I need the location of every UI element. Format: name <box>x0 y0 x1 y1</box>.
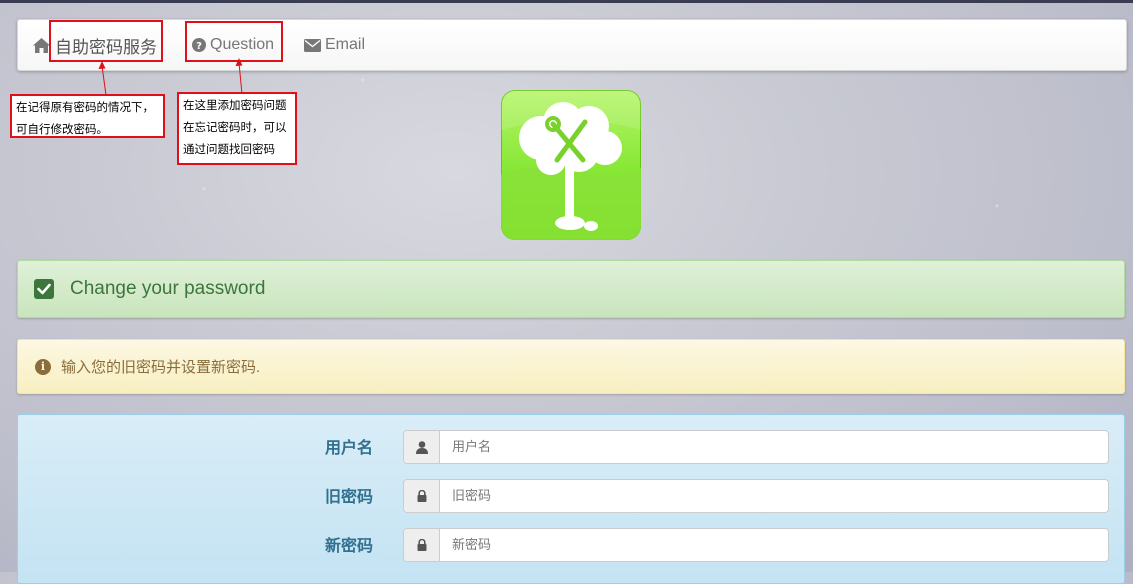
old-password-input[interactable] <box>440 480 1108 512</box>
navbar: 自助密码服务 ? Question Email <box>17 19 1127 71</box>
nav-email-link[interactable]: Email <box>304 20 365 70</box>
question-callout-arrow <box>235 58 243 95</box>
home-icon <box>33 37 50 53</box>
new-password-row: 新密码 <box>18 528 1126 564</box>
lock-icon <box>404 529 440 561</box>
user-icon <box>404 431 440 463</box>
home-callout-arrow <box>98 61 107 96</box>
instruction-text: 输入您的旧密码并设置新密码. <box>61 359 261 376</box>
lock-icon <box>404 480 440 512</box>
new-password-input-group <box>403 528 1109 562</box>
tree-tools-icon <box>501 90 641 240</box>
note-line: 可自行修改密码。 <box>16 122 108 136</box>
question-annotation-note: 在这里添加密码问题 在忘记密码时，可以 通过问题找回密码 <box>177 92 297 165</box>
note-line: 在记得原有密码的情况下， <box>16 100 154 114</box>
username-row: 用户名 <box>18 430 1126 466</box>
page-top-strip <box>0 0 1133 3</box>
instruction-alert: i 输入您的旧密码并设置新密码. <box>17 339 1125 394</box>
note-line: 通过问题找回密码 <box>183 142 275 156</box>
old-password-row: 旧密码 <box>18 479 1126 515</box>
change-password-banner: Change your password <box>17 260 1125 318</box>
info-circle-icon: i <box>35 358 51 375</box>
app-logo <box>501 90 641 240</box>
home-callout-box <box>49 20 163 62</box>
new-password-label: 新密码 <box>324 536 373 555</box>
nav-email-label: Email <box>325 36 366 53</box>
home-annotation-note: 在记得原有密码的情况下， 可自行修改密码。 <box>10 94 165 138</box>
note-line: 在忘记密码时，可以 <box>183 120 287 134</box>
banner-title: Change your password <box>70 278 266 299</box>
check-square-icon <box>34 279 54 299</box>
note-line: 在这里添加密码问题 <box>183 98 287 112</box>
password-form: 用户名 旧密码 新密码 <box>17 414 1125 584</box>
new-password-input[interactable] <box>440 529 1108 561</box>
username-label: 用户名 <box>324 438 373 457</box>
old-password-input-group <box>403 479 1109 513</box>
envelope-icon <box>304 38 321 52</box>
old-password-label: 旧密码 <box>324 487 373 506</box>
question-callout-box <box>185 21 283 62</box>
username-input-group <box>403 430 1109 464</box>
username-input[interactable] <box>440 431 1108 463</box>
